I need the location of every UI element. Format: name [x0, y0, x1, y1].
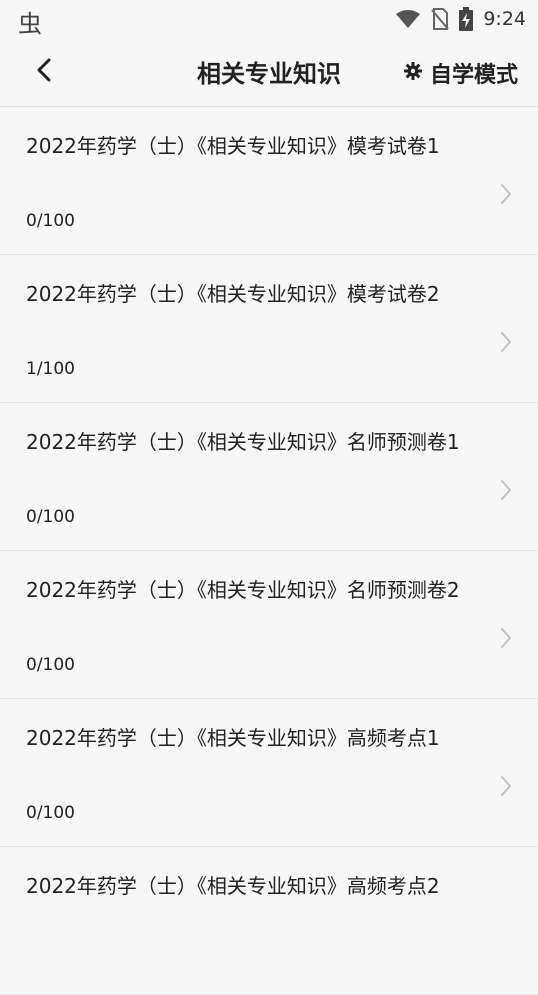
- exam-list: 2022年药学（士）《相关专业知识》模考试卷1 0/100 2022年药学（士）…: [0, 107, 538, 995]
- chevron-right-icon: [500, 183, 512, 209]
- list-item[interactable]: 2022年药学（士）《相关专业知识》模考试卷2 1/100: [0, 255, 538, 403]
- chevron-left-icon: [36, 58, 52, 86]
- app-notification-icon: 虫: [18, 10, 42, 38]
- self-study-mode-label: 自学模式: [429, 63, 518, 88]
- list-item[interactable]: 2022年药学（士）《相关专业知识》高频考点2: [0, 847, 538, 995]
- item-progress: 0/100: [26, 803, 75, 823]
- list-item[interactable]: 2022年药学（士）《相关专业知识》高频考点1 0/100: [0, 699, 538, 847]
- no-sim-icon: [431, 8, 450, 30]
- chevron-right-icon: [500, 331, 512, 357]
- list-item[interactable]: 2022年药学（士）《相关专业知识》模考试卷1 0/100: [0, 107, 538, 255]
- item-progress: 0/100: [26, 211, 75, 231]
- chevron-right-icon: [500, 627, 512, 653]
- self-study-mode-button[interactable]: 自学模式: [403, 56, 518, 90]
- item-title: 2022年药学（士）《相关专业知识》模考试卷2: [26, 282, 440, 306]
- app-bar: 相关专业知识 自学模式: [0, 38, 538, 107]
- item-title: 2022年药学（士）《相关专业知识》名师预测卷2: [26, 578, 460, 602]
- item-title: 2022年药学（士）《相关专业知识》高频考点1: [26, 726, 440, 750]
- wifi-icon: [395, 9, 421, 29]
- item-progress: 0/100: [26, 655, 75, 675]
- status-icons: 9:24: [395, 6, 526, 32]
- chevron-right-icon: [500, 775, 512, 801]
- item-progress: 0/100: [26, 507, 75, 527]
- list-item[interactable]: 2022年药学（士）《相关专业知识》名师预测卷1 0/100: [0, 403, 538, 551]
- back-button[interactable]: [24, 52, 64, 92]
- chevron-right-icon: [500, 479, 512, 505]
- item-title: 2022年药学（士）《相关专业知识》高频考点2: [26, 874, 440, 898]
- list-item[interactable]: 2022年药学（士）《相关专业知识》名师预测卷2 0/100: [0, 551, 538, 699]
- item-progress: 1/100: [26, 359, 75, 379]
- clock: 9:24: [483, 8, 526, 30]
- item-title: 2022年药学（士）《相关专业知识》模考试卷1: [26, 134, 440, 158]
- gear-icon: [403, 62, 422, 84]
- status-bar: 虫 9:24: [0, 0, 538, 38]
- item-title: 2022年药学（士）《相关专业知识》名师预测卷1: [26, 430, 460, 454]
- battery-charging-icon: [459, 7, 474, 31]
